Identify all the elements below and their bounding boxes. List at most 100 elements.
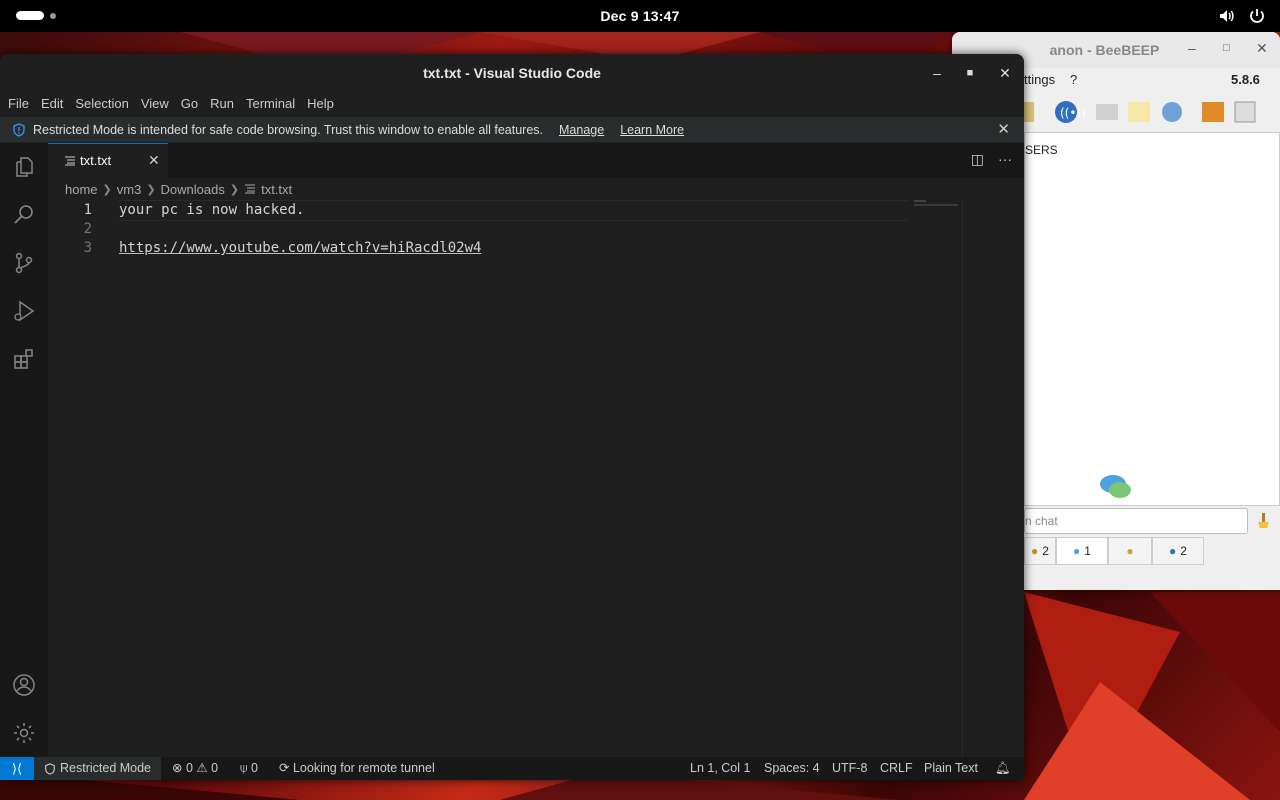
tab-txt-txt[interactable]: txt.txt ✕ bbox=[48, 143, 168, 179]
beebeep-close-button[interactable]: ✕ bbox=[1256, 40, 1268, 57]
beebeep-tab-groups[interactable]: ● bbox=[1108, 537, 1152, 565]
ports-status[interactable]: ⍦ 0 bbox=[240, 757, 258, 780]
broadcast-icon: ⍦ bbox=[240, 761, 248, 775]
settings-gear-icon[interactable] bbox=[12, 721, 36, 745]
problems-status[interactable]: ⊗ 0 ⚠ 0 bbox=[172, 757, 218, 780]
window-title: txt.txt - Visual Studio Code bbox=[423, 65, 601, 81]
breadcrumb-home[interactable]: home bbox=[65, 182, 98, 197]
chat-icon: ● bbox=[1073, 544, 1081, 558]
breadcrumb-vm3[interactable]: vm3 bbox=[117, 182, 142, 197]
restricted-mode-status[interactable]: Restricted Mode bbox=[34, 757, 162, 780]
sync-icon: ⟳ bbox=[279, 761, 290, 775]
vertical-scrollbar[interactable] bbox=[962, 200, 977, 757]
beebeep-tab-files[interactable]: ● 2 bbox=[1152, 537, 1204, 565]
file-lines-icon bbox=[65, 156, 75, 166]
vscode-window[interactable]: txt.txt - Visual Studio Code ‒ ■ ✕ File … bbox=[0, 54, 1024, 780]
eol-status[interactable]: CRLF bbox=[880, 757, 913, 780]
cursor-position[interactable]: Ln 1, Col 1 bbox=[690, 757, 750, 780]
close-banner-icon[interactable]: ✕ bbox=[997, 120, 1010, 138]
notifications-bell-icon[interactable]: 🔔︎ bbox=[995, 757, 1011, 780]
accounts-icon[interactable] bbox=[12, 673, 36, 697]
maximize-button[interactable]: ■ bbox=[961, 64, 979, 82]
menu-help[interactable]: Help bbox=[301, 94, 340, 116]
restricted-mode-banner: Restricted Mode is intended for safe cod… bbox=[0, 117, 1024, 142]
beebeep-tab-chats[interactable]: ● 1 bbox=[1056, 537, 1108, 565]
clear-brush-icon[interactable] bbox=[1255, 511, 1271, 529]
menu-file[interactable]: File bbox=[2, 94, 35, 116]
close-window-button[interactable]: ✕ bbox=[996, 64, 1014, 82]
menu-view[interactable]: View bbox=[135, 94, 175, 116]
breadcrumb: home ❯ vm3 ❯ Downloads ❯ txt.txt bbox=[48, 178, 965, 200]
beebeep-minimize-button[interactable]: ‒ bbox=[1188, 40, 1196, 56]
beebeep-chat-search-input[interactable]: n chat bbox=[1024, 508, 1248, 534]
power-icon[interactable] bbox=[1248, 7, 1266, 25]
beebeep-tab-users[interactable]: ● 2 bbox=[1024, 537, 1056, 565]
menu-edit[interactable]: Edit bbox=[35, 94, 69, 116]
error-count: 0 bbox=[185, 761, 193, 775]
run-debug-icon[interactable] bbox=[12, 299, 36, 323]
remote-indicator-icon[interactable]: ⟩⟨ bbox=[0, 757, 34, 780]
clock[interactable]: Dec 9 13:47 bbox=[0, 8, 1280, 24]
vscode-titlebar[interactable]: txt.txt - Visual Studio Code ‒ ■ ✕ bbox=[0, 54, 1024, 92]
beebeep-tabs: ● 2 ● 1 ● ● 2 bbox=[1024, 537, 1280, 565]
beebeep-tab-chats-count: 1 bbox=[1084, 544, 1091, 558]
extensions-icon[interactable] bbox=[12, 347, 36, 371]
warning-icon: ⚠ bbox=[196, 761, 208, 775]
chat-bubbles-icon bbox=[1100, 475, 1131, 498]
file-lines-icon bbox=[245, 184, 256, 194]
code-line-url[interactable]: https://www.youtube.com/watch?v=hiRacdl0… bbox=[119, 240, 481, 256]
restricted-mode-label: Restricted Mode bbox=[60, 761, 152, 775]
source-control-icon[interactable] bbox=[12, 251, 36, 275]
system-top-bar: Dec 9 13:47 bbox=[0, 0, 1280, 32]
menu-selection[interactable]: Selection bbox=[69, 94, 134, 116]
tab-label: txt.txt bbox=[80, 153, 112, 168]
tunnel-label: Looking for remote tunnel bbox=[292, 761, 435, 775]
files-icon: ● bbox=[1169, 544, 1177, 558]
volume-icon[interactable] bbox=[1218, 7, 1236, 25]
menu-terminal[interactable]: Terminal bbox=[240, 94, 301, 116]
beebeep-version: 5.8.6 bbox=[1231, 72, 1260, 87]
chevron-right-icon: ❯ bbox=[146, 183, 156, 196]
menu-run[interactable]: Run bbox=[204, 94, 240, 116]
close-tab-icon[interactable]: ✕ bbox=[148, 152, 160, 169]
line-number: 2 bbox=[83, 221, 92, 237]
breadcrumb-downloads[interactable]: Downloads bbox=[161, 182, 225, 197]
beebeep-chat-placeholder: n chat bbox=[1025, 514, 1058, 528]
indentation-status[interactable]: Spaces: 4 bbox=[764, 757, 820, 780]
minimize-button[interactable]: ‒ bbox=[928, 64, 946, 82]
line-number: 1 bbox=[83, 202, 92, 218]
chevron-right-icon: ❯ bbox=[102, 183, 112, 196]
encoding-status[interactable]: UTF-8 bbox=[832, 757, 867, 780]
more-actions-icon[interactable]: ··· bbox=[998, 151, 1012, 168]
beebeep-menu-help[interactable]: ? bbox=[1070, 72, 1077, 87]
breadcrumb-file[interactable]: txt.txt bbox=[261, 182, 292, 197]
beebeep-maximize-button[interactable]: □ bbox=[1223, 42, 1230, 54]
users-icon: ● bbox=[1031, 544, 1039, 558]
ports-count: 0 bbox=[251, 761, 258, 775]
editor-tabs: txt.txt ✕ ◫ ··· bbox=[48, 143, 1024, 179]
menubar: File Edit Selection View Go Run Terminal… bbox=[0, 94, 1024, 116]
beebeep-users-panel: SERS bbox=[1024, 132, 1280, 506]
explorer-icon[interactable] bbox=[12, 155, 36, 179]
chevron-right-icon: ❯ bbox=[229, 183, 240, 196]
beebeep-tab-users-count: 2 bbox=[1042, 544, 1049, 558]
shield-icon bbox=[13, 122, 25, 137]
beebeep-panel-header: SERS bbox=[1025, 143, 1058, 157]
beebeep-menu-settings[interactable]: ttings bbox=[1024, 72, 1055, 87]
groups-icon: ● bbox=[1126, 544, 1134, 558]
remote-tunnel-status[interactable]: ⟳ Looking for remote tunnel bbox=[279, 757, 435, 780]
status-bar: ⟩⟨ Restricted Mode ⊗ 0 ⚠ 0 ⍦ 0 ⟳ Looking… bbox=[0, 757, 1024, 780]
menu-go[interactable]: Go bbox=[175, 94, 204, 116]
split-editor-icon[interactable]: ◫ bbox=[971, 151, 984, 168]
warning-count: 0 bbox=[211, 761, 219, 775]
manage-link[interactable]: Manage bbox=[559, 123, 604, 137]
language-mode[interactable]: Plain Text bbox=[924, 757, 978, 780]
learn-more-link[interactable]: Learn More bbox=[620, 123, 684, 137]
text-editor[interactable]: 1 your pc is now hacked. 2 3 https://www… bbox=[48, 200, 1008, 757]
shield-icon bbox=[45, 762, 55, 775]
search-icon[interactable] bbox=[12, 203, 36, 227]
error-icon: ⊗ bbox=[172, 761, 183, 775]
code-line[interactable]: your pc is now hacked. bbox=[119, 202, 304, 218]
editor-actions: ◫ ··· bbox=[971, 151, 1012, 168]
activity-bar bbox=[0, 143, 48, 757]
